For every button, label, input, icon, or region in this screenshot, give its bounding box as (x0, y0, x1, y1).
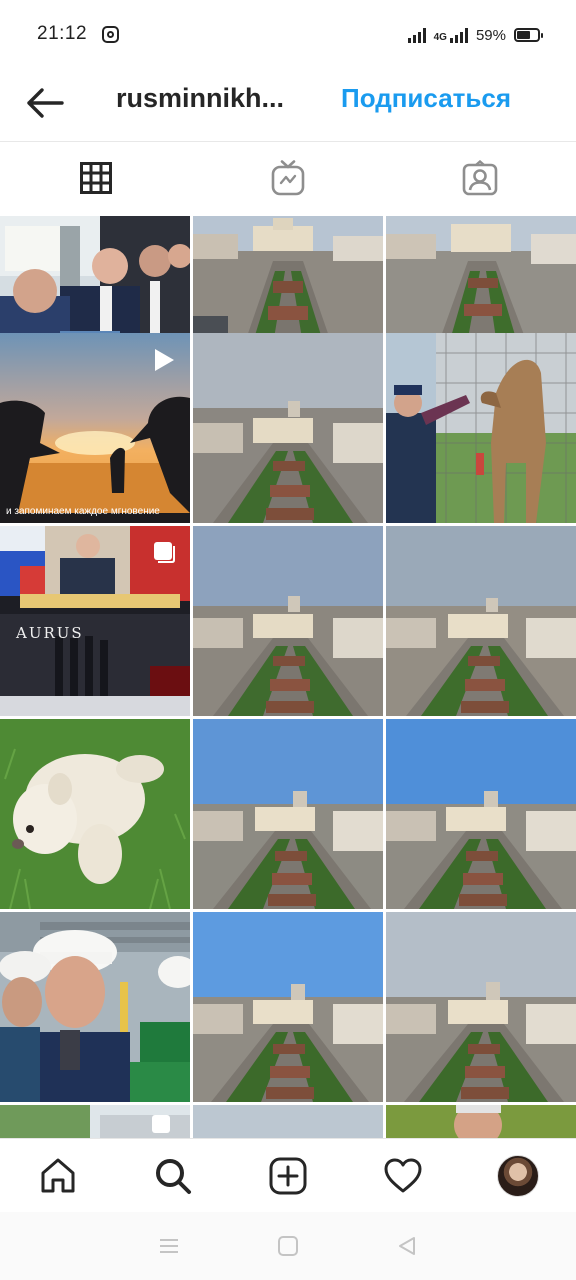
post-thumbnail-square[interactable] (193, 526, 383, 716)
back-triangle-icon (398, 1237, 415, 1255)
post-thumbnail-square[interactable] (386, 912, 576, 1102)
signal-icon (407, 27, 426, 43)
tagged-icon (462, 160, 498, 196)
post-thumbnail-horse[interactable] (386, 333, 576, 523)
follow-button[interactable]: Подписаться (341, 83, 511, 114)
recents-icon (160, 1239, 179, 1253)
instagram-notification-icon (102, 26, 119, 43)
igtv-icon (271, 160, 305, 196)
heart-icon (384, 1158, 422, 1192)
aurus-logo-text: AURUS (16, 624, 84, 642)
video-badge-icon (150, 347, 176, 378)
back-button[interactable] (20, 80, 70, 126)
battery-percent: 59% (475, 26, 506, 44)
nav-create[interactable] (230, 1139, 345, 1212)
post-thumbnail-partial[interactable] (386, 1105, 576, 1138)
grid-icon (80, 162, 112, 194)
battery-icon (514, 28, 543, 42)
profile-tabs (0, 142, 576, 214)
status-bar: 21:12 4G 59% (0, 0, 576, 68)
post-thumbnail-square[interactable] (193, 912, 383, 1102)
posts-grid: и запоминаем каждое мгновение AURUS (0, 216, 576, 1138)
carousel-badge-icon (152, 540, 176, 569)
post-thumbnail-helmets[interactable] (0, 912, 190, 1102)
create-post-icon (269, 1157, 307, 1194)
nav-search[interactable] (115, 1139, 230, 1212)
home-icon (41, 1158, 75, 1192)
post-thumbnail-square[interactable] (193, 719, 383, 909)
nav-home[interactable] (0, 1139, 115, 1212)
post-thumbnail-square[interactable] (386, 719, 576, 909)
post-thumbnail-sunset-video[interactable]: и запоминаем каждое мгновение (0, 333, 190, 523)
square-home-icon (277, 1236, 298, 1256)
nav-profile[interactable] (461, 1139, 576, 1212)
post-thumbnail-square[interactable] (193, 333, 383, 523)
status-indicators: 4G 59% (407, 24, 543, 46)
profile-header: rusminnikh... Подписаться (0, 68, 576, 142)
post-thumbnail-partial[interactable] (0, 1105, 190, 1138)
network-type: 4G (433, 32, 447, 43)
tab-posts-grid[interactable] (0, 142, 192, 214)
post-thumbnail-puppy[interactable] (0, 719, 190, 909)
status-time: 21:12 (37, 23, 88, 44)
profile-avatar (497, 1154, 540, 1197)
recents-button[interactable] (149, 1226, 189, 1266)
signal-icon-2 (449, 27, 468, 43)
post-thumbnail-aurus-carousel[interactable]: AURUS (0, 526, 190, 716)
tab-igtv[interactable] (192, 142, 384, 214)
back-system-button[interactable] (387, 1226, 427, 1266)
home-system-button[interactable] (268, 1226, 308, 1266)
nav-activity[interactable] (346, 1139, 461, 1212)
back-arrow-icon (27, 88, 64, 118)
post-thumbnail-partial[interactable] (193, 1105, 383, 1138)
bottom-navigation (0, 1138, 576, 1212)
post-caption-overlay: и запоминаем каждое мгновение (6, 506, 160, 517)
post-thumbnail-square[interactable] (386, 526, 576, 716)
profile-username: rusminnikh... (116, 83, 285, 113)
system-navigation-bar (0, 1212, 576, 1280)
tab-tagged[interactable] (384, 142, 576, 214)
search-icon (155, 1158, 191, 1194)
